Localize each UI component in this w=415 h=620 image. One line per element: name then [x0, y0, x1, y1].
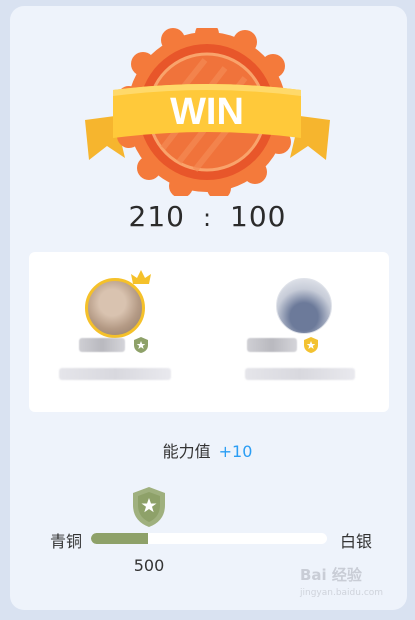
- green-shield-star-icon: [134, 337, 148, 353]
- player-info-blurred: [59, 368, 171, 380]
- watermark-text: Bai 经验: [300, 566, 362, 584]
- match-score: 210:100: [0, 200, 415, 233]
- win-badge: WIN: [85, 28, 330, 196]
- avatar[interactable]: [276, 278, 332, 334]
- green-shield-star-icon: [133, 487, 165, 527]
- tier-points: 500: [133, 556, 165, 575]
- tier-progress-bar: [91, 533, 327, 544]
- win-label: WIN: [170, 91, 244, 133]
- gold-shield-star-icon: [304, 337, 318, 353]
- player-opponent[interactable]: [241, 276, 391, 396]
- score-right: 100: [230, 200, 287, 233]
- score-separator: :: [202, 204, 213, 232]
- players-panel: [29, 252, 389, 412]
- avatar[interactable]: [85, 278, 145, 338]
- ability-value: 能力值 +10: [0, 438, 415, 462]
- ability-label: 能力值: [162, 442, 211, 461]
- player-info-blurred: [245, 368, 355, 380]
- score-left: 210: [128, 200, 185, 233]
- ability-delta: +10: [218, 442, 253, 461]
- watermark-logo: Bai 经验 jingyan.baidu.com: [300, 566, 405, 606]
- player-self[interactable]: [59, 270, 211, 396]
- tier-current: 青铜: [50, 532, 83, 551]
- player-name-blurred: [247, 338, 297, 352]
- tier-next: 白银: [340, 532, 373, 551]
- tier-progress-fill: [91, 533, 148, 544]
- watermark-sub: jingyan.baidu.com: [300, 588, 384, 598]
- player-name-blurred: [79, 338, 125, 352]
- crown-icon: [131, 270, 151, 284]
